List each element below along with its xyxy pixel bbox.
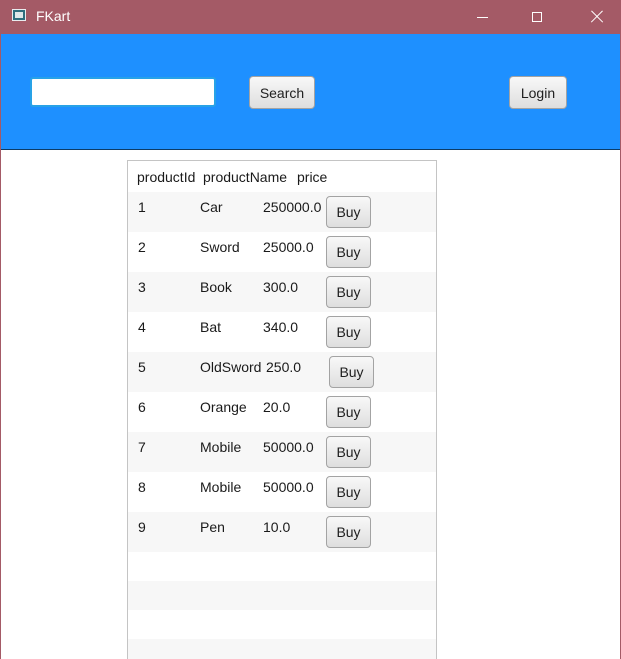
table-header: productId productName price [128, 161, 436, 192]
empty-table-row [128, 610, 436, 639]
table-row[interactable]: 6 Orange 20.0 Buy [128, 392, 436, 432]
table-row[interactable]: 1 Car 250000.0 Buy [128, 192, 436, 232]
empty-table-row [128, 552, 436, 581]
table-row[interactable]: 7 Mobile 50000.0 Buy [128, 432, 436, 472]
buy-button[interactable]: Buy [326, 436, 371, 468]
cell-price: 50000.0 [263, 479, 314, 495]
table-row[interactable]: 2 Sword 25000.0 Buy [128, 232, 436, 272]
cell-product-id: 4 [138, 319, 146, 335]
cell-product-name: Sword [200, 239, 240, 255]
close-icon [590, 10, 604, 24]
product-table[interactable]: productId productName price 1 Car 250000.0… [127, 160, 437, 659]
cell-price: 10.0 [263, 519, 291, 535]
buy-button[interactable]: Buy [326, 476, 371, 508]
buy-button[interactable]: Buy [326, 396, 371, 428]
buy-button[interactable]: Buy [329, 356, 374, 388]
maximize-icon [532, 12, 542, 22]
table-row[interactable]: 9 Pen 10.0 Buy [128, 512, 436, 552]
empty-table-row [128, 581, 436, 610]
cell-product-id: 6 [138, 399, 146, 415]
cell-price: 250000.0 [263, 199, 322, 215]
column-header-productname[interactable]: productName [203, 169, 287, 185]
cell-product-id: 7 [138, 439, 146, 455]
column-header-productid[interactable]: productId [137, 169, 195, 185]
cell-price: 340.0 [263, 319, 299, 335]
cell-product-id: 2 [138, 239, 146, 255]
cell-product-id: 1 [138, 199, 146, 215]
cell-product-name: Car [200, 199, 223, 215]
cell-price: 300.0 [263, 279, 299, 295]
cell-product-name: Mobile [200, 479, 242, 495]
column-header-price[interactable]: price [297, 169, 327, 185]
cell-product-id: 5 [138, 359, 146, 375]
cell-price: 20.0 [263, 399, 291, 415]
close-button[interactable] [574, 0, 620, 34]
cell-product-id: 9 [138, 519, 146, 535]
cell-product-name: Orange [200, 399, 247, 415]
cell-product-name: Mobile [200, 439, 242, 455]
buy-button[interactable]: Buy [326, 236, 371, 268]
title-bar: FKart [0, 0, 621, 34]
buy-button[interactable]: Buy [326, 516, 371, 548]
table-row[interactable]: 8 Mobile 50000.0 Buy [128, 472, 436, 512]
cell-product-name: Book [200, 279, 232, 295]
table-row[interactable]: 4 Bat 340.0 Buy [128, 312, 436, 352]
minimize-icon [476, 16, 488, 18]
table-row[interactable]: 3 Book 300.0 Buy [128, 272, 436, 312]
app-icon [12, 9, 26, 21]
cell-price: 25000.0 [263, 239, 314, 255]
search-input[interactable] [30, 77, 216, 107]
cell-product-id: 3 [138, 279, 146, 295]
maximize-button[interactable] [514, 0, 560, 34]
cell-price: 50000.0 [263, 439, 314, 455]
minimize-button[interactable] [459, 0, 505, 34]
buy-button[interactable]: Buy [326, 196, 371, 228]
buy-button[interactable]: Buy [326, 276, 371, 308]
window-title: FKart [36, 8, 71, 24]
empty-table-row [128, 639, 436, 659]
table-row[interactable]: 5 OldSword 250.0 Buy [128, 352, 436, 392]
cell-product-name: Pen [200, 519, 225, 535]
cell-product-id: 8 [138, 479, 146, 495]
cell-product-name: OldSword [200, 359, 262, 375]
cell-price: 250.0 [266, 359, 302, 375]
search-button[interactable]: Search [249, 76, 315, 109]
login-button[interactable]: Login [509, 76, 567, 109]
buy-button[interactable]: Buy [326, 316, 371, 348]
cell-product-name: Bat [200, 319, 222, 335]
